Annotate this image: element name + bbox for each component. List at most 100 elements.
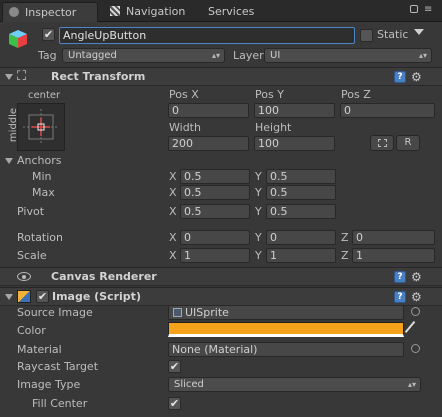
raycast-target-checkbox[interactable]: ✔ (168, 360, 181, 373)
x-label: X (169, 231, 177, 244)
pivot-x-field[interactable]: 0.5 (180, 204, 250, 219)
anchor-max-y-field[interactable]: 0.5 (266, 185, 336, 200)
scale-x-field[interactable]: 1 (180, 248, 250, 263)
rect-transform-title: Rect Transform (51, 70, 146, 83)
menu-icon[interactable]: ≡ (424, 4, 432, 16)
y-label: Y (255, 186, 262, 199)
gear-icon[interactable]: ⚙ (411, 271, 422, 283)
z-label: Z (341, 231, 349, 244)
rect-transform-header[interactable]: ⛶ Rect Transform ? ⚙ (0, 67, 442, 86)
gear-icon[interactable]: ⚙ (411, 71, 422, 83)
help-icon[interactable]: ? (394, 71, 406, 83)
static-dropdown-arrow[interactable] (414, 29, 424, 35)
image-enabled-checkbox[interactable]: ✔ (36, 290, 49, 303)
tab-services-label: Services (208, 5, 255, 18)
tag-dropdown[interactable]: Untagged ▴▾ (62, 48, 225, 63)
static-checkbox[interactable] (360, 29, 373, 42)
active-checkbox[interactable]: ✔ (42, 28, 55, 41)
x-label: X (169, 205, 177, 218)
rotation-label: Rotation (17, 231, 64, 244)
anchors-label: Anchors (17, 154, 62, 167)
blueprint-icon (378, 139, 387, 147)
rotation-z-field[interactable]: 0 (352, 230, 435, 245)
lock-icon[interactable] (410, 5, 418, 13)
object-name-input[interactable]: AngleUpButton (59, 27, 355, 44)
tag-label: Tag (38, 49, 57, 62)
gear-icon[interactable]: ⚙ (411, 291, 422, 303)
navigation-icon (110, 6, 120, 16)
anchor-preset-button[interactable] (17, 103, 65, 151)
pos-z-label: Pos Z (341, 88, 371, 101)
help-icon[interactable]: ? (394, 291, 406, 303)
layer-label: Layer (233, 49, 264, 62)
anchors-foldout-icon[interactable] (5, 158, 13, 164)
blueprint-mode-button[interactable] (370, 135, 394, 151)
tag-value: Untagged (68, 50, 117, 61)
anchor-min-label: Min (32, 170, 52, 183)
x-label: X (169, 186, 177, 199)
raycast-target-label: Raycast Target (17, 360, 99, 373)
foldout-arrow-icon[interactable] (5, 294, 13, 300)
image-component-header[interactable]: ✔ Image (Script) ? ⚙ (0, 287, 442, 306)
material-field[interactable]: None (Material) (168, 342, 404, 357)
tab-navigation[interactable]: Navigation (104, 2, 196, 22)
canvas-renderer-header[interactable]: Canvas Renderer ? ⚙ (0, 267, 442, 286)
info-icon (9, 7, 19, 17)
width-field[interactable]: 200 (168, 136, 249, 151)
eyedropper-icon[interactable] (404, 320, 416, 334)
rotation-x-field[interactable]: 0 (180, 230, 250, 245)
layer-dropdown[interactable]: UI ▴▾ (264, 48, 432, 63)
chevron-down-icon: ▴▾ (211, 51, 220, 60)
z-label: Z (341, 249, 349, 262)
pos-z-field[interactable]: 0 (340, 103, 435, 118)
anchor-min-x-field[interactable]: 0.5 (180, 169, 250, 184)
y-label: Y (255, 249, 262, 262)
height-field[interactable]: 100 (254, 136, 335, 151)
pos-y-field[interactable]: 100 (254, 103, 335, 118)
y-label: Y (255, 231, 262, 244)
source-image-label: Source Image (17, 306, 93, 319)
fill-center-label: Fill Center (32, 397, 88, 410)
scale-label: Scale (17, 249, 47, 262)
help-icon[interactable]: ? (394, 271, 406, 283)
raw-edit-button[interactable]: R (396, 135, 420, 151)
source-image-field[interactable]: UISprite (168, 305, 404, 320)
rotation-y-field[interactable]: 0 (266, 230, 336, 245)
object-picker-icon[interactable] (411, 344, 420, 353)
static-label: Static (377, 28, 409, 41)
image-type-dropdown[interactable]: Sliced ▴▾ (168, 377, 421, 392)
x-label: X (169, 170, 177, 183)
anchor-horizontal-label: center (28, 90, 61, 101)
eye-pupil-icon (22, 275, 26, 279)
scale-y-field[interactable]: 1 (266, 248, 336, 263)
pivot-label: Pivot (17, 205, 45, 218)
tab-inspector[interactable]: Inspector (2, 2, 98, 22)
tab-services[interactable]: Services (198, 2, 264, 22)
scale-z-field[interactable]: 1 (352, 248, 435, 263)
image-type-value: Sliced (174, 379, 204, 390)
pos-x-label: Pos X (169, 88, 199, 101)
anchor-max-label: Max (32, 186, 55, 199)
source-image-value: UISprite (185, 306, 229, 319)
tab-bar: Inspector Navigation Services ≡ (0, 0, 442, 22)
layer-value: UI (270, 50, 281, 61)
canvas-renderer-title: Canvas Renderer (51, 270, 157, 283)
pos-y-label: Pos Y (255, 88, 284, 101)
fill-center-checkbox[interactable]: ✔ (168, 397, 181, 410)
anchor-max-x-field[interactable]: 0.5 (180, 185, 250, 200)
pivot-y-field[interactable]: 0.5 (266, 204, 336, 219)
color-label: Color (17, 324, 46, 337)
chevron-down-icon: ▴▾ (418, 51, 427, 60)
foldout-arrow-icon[interactable] (5, 74, 13, 80)
rect-transform-icon: ⛶ (17, 69, 27, 84)
pos-x-field[interactable]: 0 (168, 103, 249, 118)
material-label: Material (17, 343, 62, 356)
tab-navigation-label: Navigation (126, 5, 186, 18)
image-component-title: Image (Script) (52, 290, 141, 303)
width-label: Width (169, 121, 201, 134)
y-label: Y (255, 170, 262, 183)
height-label: Height (255, 121, 292, 134)
color-swatch[interactable] (168, 322, 404, 337)
anchor-min-y-field[interactable]: 0.5 (266, 169, 336, 184)
object-picker-icon[interactable] (411, 307, 420, 316)
